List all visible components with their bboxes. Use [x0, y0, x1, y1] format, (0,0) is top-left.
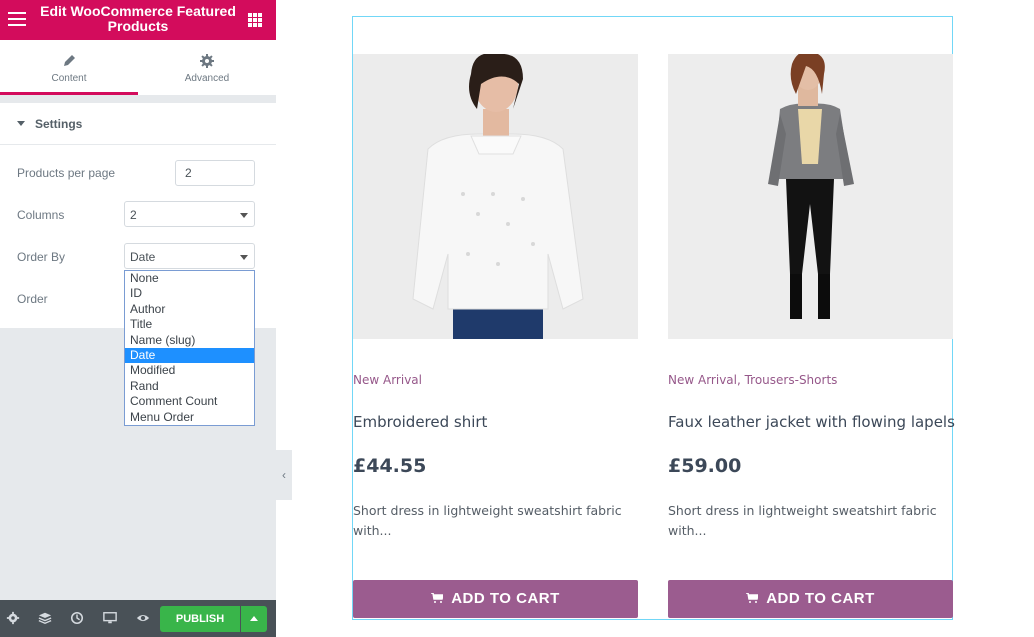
dropdown-option[interactable]: Name (slug) — [125, 333, 254, 348]
product-name[interactable]: Embroidered shirt — [353, 413, 638, 431]
products-per-page-input[interactable]: 2 — [175, 160, 255, 186]
panel-title: Edit WooCommerce Featured Products — [40, 3, 236, 34]
product-name[interactable]: Faux leather jacket with flowing lapels — [668, 413, 955, 431]
tab-content-label: Content — [51, 73, 87, 84]
chevron-down-icon — [240, 213, 248, 218]
add-to-cart-label: ADD TO CART — [451, 590, 560, 607]
cart-icon — [431, 593, 444, 603]
products-per-page-label: Products per page — [17, 166, 116, 180]
pencil-icon — [64, 55, 75, 66]
dropdown-option[interactable]: ID — [125, 286, 254, 301]
caret-down-icon — [17, 121, 25, 126]
dropdown-option[interactable]: Comment Count — [125, 394, 254, 409]
order-by-select-value: Date — [130, 250, 156, 264]
menu-icon[interactable] — [8, 12, 26, 28]
columns-select[interactable]: 2 — [124, 201, 255, 227]
order-label: Order — [17, 292, 48, 306]
featured-products-widget[interactable]: New Arrival Embroidered shirt £44.55 Sho… — [352, 16, 955, 620]
product-categories[interactable]: New Arrival, Trousers-Shorts — [668, 373, 953, 387]
dropdown-option[interactable]: Title — [125, 317, 254, 332]
tab-advanced[interactable]: Advanced — [138, 40, 276, 95]
history-icon[interactable] — [70, 611, 84, 625]
product-image[interactable] — [668, 54, 953, 339]
product-description: Short dress in lightweight sweatshirt fa… — [353, 503, 622, 538]
product-price: £59.00 — [668, 455, 742, 477]
order-by-select[interactable]: Date — [124, 243, 255, 269]
settings-section-title: Settings — [35, 117, 83, 131]
tab-advanced-label: Advanced — [184, 73, 230, 84]
product-price: £44.55 — [353, 455, 427, 477]
gear-icon — [200, 54, 214, 68]
widgets-grid-icon[interactable] — [248, 13, 262, 27]
add-to-cart-button[interactable]: ADD TO CART — [668, 580, 953, 618]
caret-up-icon — [250, 616, 258, 621]
dropdown-option[interactable]: Menu Order — [125, 410, 254, 425]
add-to-cart-label: ADD TO CART — [766, 590, 875, 607]
product-card: New Arrival Embroidered shirt £44.55 Sho… — [353, 54, 638, 618]
dropdown-option[interactable]: Date — [125, 347, 254, 364]
cart-icon — [746, 593, 759, 603]
settings-gear-icon[interactable] — [6, 611, 20, 625]
dropdown-option[interactable]: Modified — [125, 363, 254, 378]
responsive-desktop-icon[interactable] — [103, 611, 117, 625]
product-image[interactable] — [353, 54, 638, 339]
order-by-label: Order By — [17, 250, 66, 264]
panel-header: Edit WooCommerce Featured Products — [0, 0, 276, 40]
settings-section-header[interactable]: Settings — [0, 103, 276, 145]
order-by-dropdown-list: None ID Author Title Name (slug) Date Modified… — [124, 270, 255, 426]
layers-icon[interactable] — [38, 611, 52, 625]
tab-content[interactable]: Content — [0, 40, 138, 95]
columns-label: Columns — [17, 208, 65, 222]
dropdown-option[interactable]: Author — [125, 302, 254, 317]
product-description: Short dress in lightweight sweatshirt fa… — [668, 503, 937, 538]
publish-options-button[interactable] — [241, 606, 267, 632]
product-card: New Arrival, Trousers-Shorts Faux leathe… — [668, 54, 955, 618]
panel-tabs: Content Advanced — [0, 40, 276, 95]
columns-select-value: 2 — [130, 208, 137, 222]
add-to-cart-button[interactable]: ADD TO CART — [353, 580, 638, 618]
dropdown-option[interactable]: None — [125, 271, 254, 286]
product-categories[interactable]: New Arrival — [353, 373, 638, 387]
editor-panel: Edit WooCommerce Featured Products Conte… — [0, 0, 276, 637]
eye-preview-icon[interactable] — [136, 611, 150, 625]
chevron-down-icon — [240, 255, 248, 260]
collapse-panel-button[interactable]: ‹ — [276, 450, 292, 500]
publish-button[interactable]: PUBLISH — [160, 606, 240, 632]
chevron-left-icon: ‹ — [282, 468, 286, 482]
dropdown-option[interactable]: Rand — [125, 379, 254, 394]
